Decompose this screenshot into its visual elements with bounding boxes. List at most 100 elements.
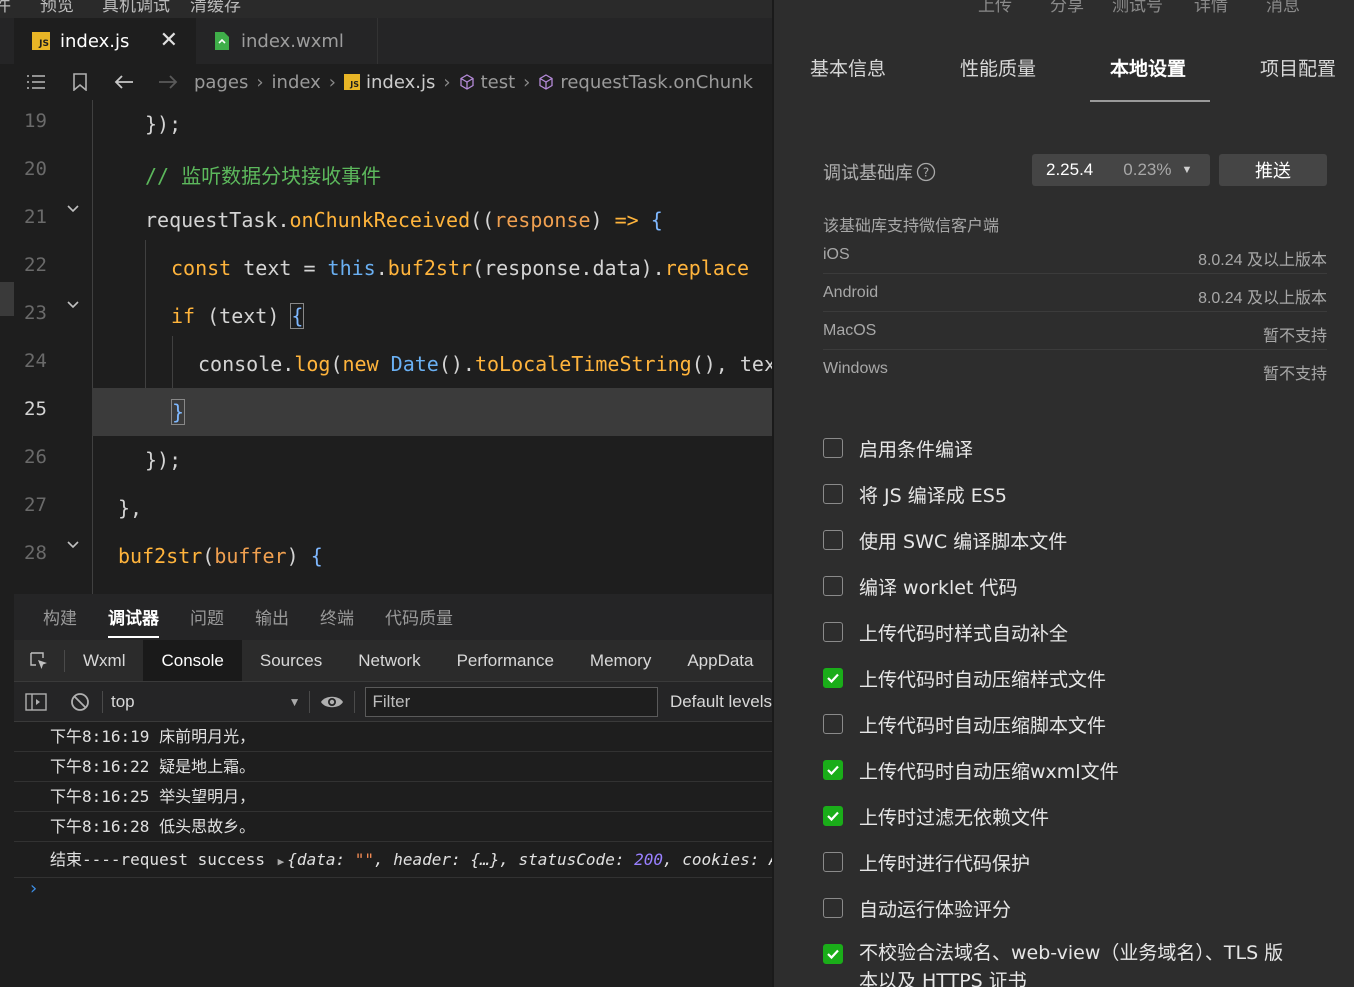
tab-debugger[interactable]: 调试器 <box>108 594 159 640</box>
option-code-protect[interactable]: 上传时进行代码保护 <box>823 847 1030 877</box>
filter-input[interactable] <box>364 686 658 717</box>
option-minify-wxml[interactable]: 上传代码时自动压缩wxml文件 <box>823 755 1119 785</box>
line-number: 27 <box>24 494 47 516</box>
close-icon[interactable]: ✕ <box>160 28 178 53</box>
code-text: }); <box>145 112 182 136</box>
devtools-tab-bar: Wxml Console Sources Network Performance… <box>14 640 772 682</box>
checkbox[interactable] <box>823 438 843 458</box>
option-skip-domain-check[interactable]: 不校验合法域名、web-view（业务域名）、TLS 版本以及 HTTPS 证书 <box>823 939 1299 987</box>
code-editor[interactable]: 19 }); 20 // 监听数据分块接收事件 21 requestTask.o… <box>14 100 772 594</box>
push-button[interactable]: 推送 <box>1219 154 1327 186</box>
chevron-down-icon[interactable] <box>66 298 80 312</box>
tab-build[interactable]: 构建 <box>43 594 77 640</box>
devtab-sources[interactable]: Sources <box>242 640 340 681</box>
option-conditional-compile[interactable]: 启用条件编译 <box>823 433 973 463</box>
sidebar-toggle-icon[interactable] <box>14 684 58 720</box>
devtab-appdata[interactable]: AppData <box>669 640 771 681</box>
editor-tab-bar: JS index.js ✕ index.wxml <box>0 18 772 64</box>
breadcrumb-test[interactable]: test <box>459 72 515 93</box>
code-text: } <box>170 399 186 425</box>
menu-item-remote-debug[interactable]: 真机调试 <box>102 0 170 16</box>
tab-performance-quality[interactable]: 性能质量 <box>960 54 1036 81</box>
clear-console-icon[interactable] <box>58 684 102 720</box>
checkbox[interactable] <box>823 576 843 596</box>
menu-item[interactable]: 件 <box>0 0 11 16</box>
option-label: 自动运行体验评分 <box>859 898 1012 921</box>
code-text: }, <box>118 496 143 520</box>
lib-version-select[interactable]: 2.25.4 0.23% ▼ <box>1032 154 1210 186</box>
devtab-network[interactable]: Network <box>340 640 438 681</box>
line-number: 24 <box>24 350 47 372</box>
breadcrumb-pages[interactable]: pages <box>194 72 248 93</box>
option-style-autocomplete[interactable]: 上传代码时样式自动补全 <box>823 617 1068 647</box>
option-compile-worklet[interactable]: 编译 worklet 代码 <box>823 571 1017 601</box>
list-icon[interactable] <box>14 64 58 100</box>
devtab-console[interactable]: Console <box>143 640 242 681</box>
log-levels-select[interactable]: Default levels <box>670 692 772 712</box>
menu-item-clear-cache[interactable]: 清缓存 <box>190 0 241 16</box>
devtab-performance[interactable]: Performance <box>439 640 572 681</box>
tab-index-wxml[interactable]: index.wxml <box>196 18 378 64</box>
tab-terminal[interactable]: 终端 <box>320 594 354 640</box>
menu-item-preview[interactable]: 预览 <box>40 0 74 16</box>
breadcrumb-symbol[interactable]: requestTask.onChunk <box>538 72 753 93</box>
chevron-down-icon[interactable] <box>66 202 80 216</box>
support-os: Windows <box>823 360 888 377</box>
option-minify-style[interactable]: 上传代码时自动压缩样式文件 <box>823 663 1106 693</box>
option-js-to-es5[interactable]: 将 JS 编译成 ES5 <box>823 479 1007 509</box>
log-line-result[interactable]: 结束----request success ▶ {data: "", header… <box>14 842 772 878</box>
help-icon[interactable]: ? <box>916 162 936 182</box>
checkbox[interactable] <box>823 484 843 504</box>
tab-basic-info[interactable]: 基本信息 <box>810 54 886 81</box>
tab-problems[interactable]: 问题 <box>190 594 224 640</box>
checkbox[interactable] <box>823 622 843 642</box>
tab-project-config[interactable]: 项目配置 <box>1260 54 1336 81</box>
log-object[interactable]: {data: "", header: {…}, statusCode: 200,… <box>287 850 772 869</box>
checkbox[interactable] <box>823 668 843 688</box>
breadcrumb-file[interactable]: index.js <box>366 72 435 93</box>
console-prompt-icon[interactable]: › <box>28 878 39 899</box>
inspect-element-icon[interactable] <box>14 643 64 679</box>
console-output[interactable]: 下午8:16:19 床前明月光， 下午8:16:22 疑是地上霜。 下午8:16… <box>14 722 772 987</box>
back-arrow-icon[interactable] <box>102 64 146 100</box>
option-auto-audit[interactable]: 自动运行体验评分 <box>823 893 1011 923</box>
tab-output[interactable]: 输出 <box>255 594 289 640</box>
support-row: MacOS 暂不支持 <box>823 312 1327 350</box>
menu-item-upload[interactable]: 上传 <box>978 0 1012 16</box>
devtab-memory[interactable]: Memory <box>572 640 669 681</box>
support-value: 暂不支持 <box>1262 328 1327 345</box>
bookmark-icon[interactable] <box>58 64 102 100</box>
breadcrumb-index[interactable]: index <box>272 72 321 93</box>
option-minify-script[interactable]: 上传代码时自动压缩脚本文件 <box>823 709 1106 739</box>
support-value: 8.0.24 及以上版本 <box>1198 290 1327 307</box>
tab-code-quality[interactable]: 代码质量 <box>385 594 453 640</box>
checkbox[interactable] <box>823 714 843 734</box>
gutter-marker <box>0 282 14 316</box>
context-select[interactable]: top ▼ <box>103 687 309 717</box>
forward-arrow-icon[interactable] <box>146 64 190 100</box>
checkbox[interactable] <box>823 898 843 918</box>
checkbox[interactable] <box>823 806 843 826</box>
log-line: 下午8:16:28 低头思故乡。 <box>14 812 772 842</box>
menu-item-details[interactable]: 详情 <box>1194 0 1228 16</box>
tab-index-js[interactable]: JS index.js ✕ <box>14 18 196 64</box>
menu-item-messages[interactable]: 消息 <box>1266 0 1300 16</box>
support-title: 该基础库支持微信客户端 <box>823 216 1000 235</box>
checkbox[interactable] <box>823 530 843 550</box>
chevron-right-icon: › <box>523 71 531 93</box>
code-text: requestTask.onChunkReceived((response) =… <box>145 208 663 232</box>
option-swc-compile[interactable]: 使用 SWC 编译脚本文件 <box>823 525 1067 555</box>
expand-triangle-icon[interactable]: ▶ <box>278 855 285 868</box>
tab-local-settings[interactable]: 本地设置 <box>1110 54 1186 81</box>
checkbox[interactable] <box>823 944 843 964</box>
menu-item-test-account[interactable]: 测试号 <box>1112 0 1163 16</box>
eye-icon[interactable] <box>310 684 354 720</box>
menu-item-share[interactable]: 分享 <box>1050 0 1084 16</box>
checkbox[interactable] <box>823 852 843 872</box>
lib-version: 2.25.4 <box>1046 160 1094 179</box>
chevron-down-icon[interactable] <box>66 538 80 552</box>
checkbox[interactable] <box>823 760 843 780</box>
devtab-wxml[interactable]: Wxml <box>65 640 143 681</box>
code-line: 25 <box>14 388 92 436</box>
option-filter-unused[interactable]: 上传时过滤无依赖文件 <box>823 801 1049 831</box>
